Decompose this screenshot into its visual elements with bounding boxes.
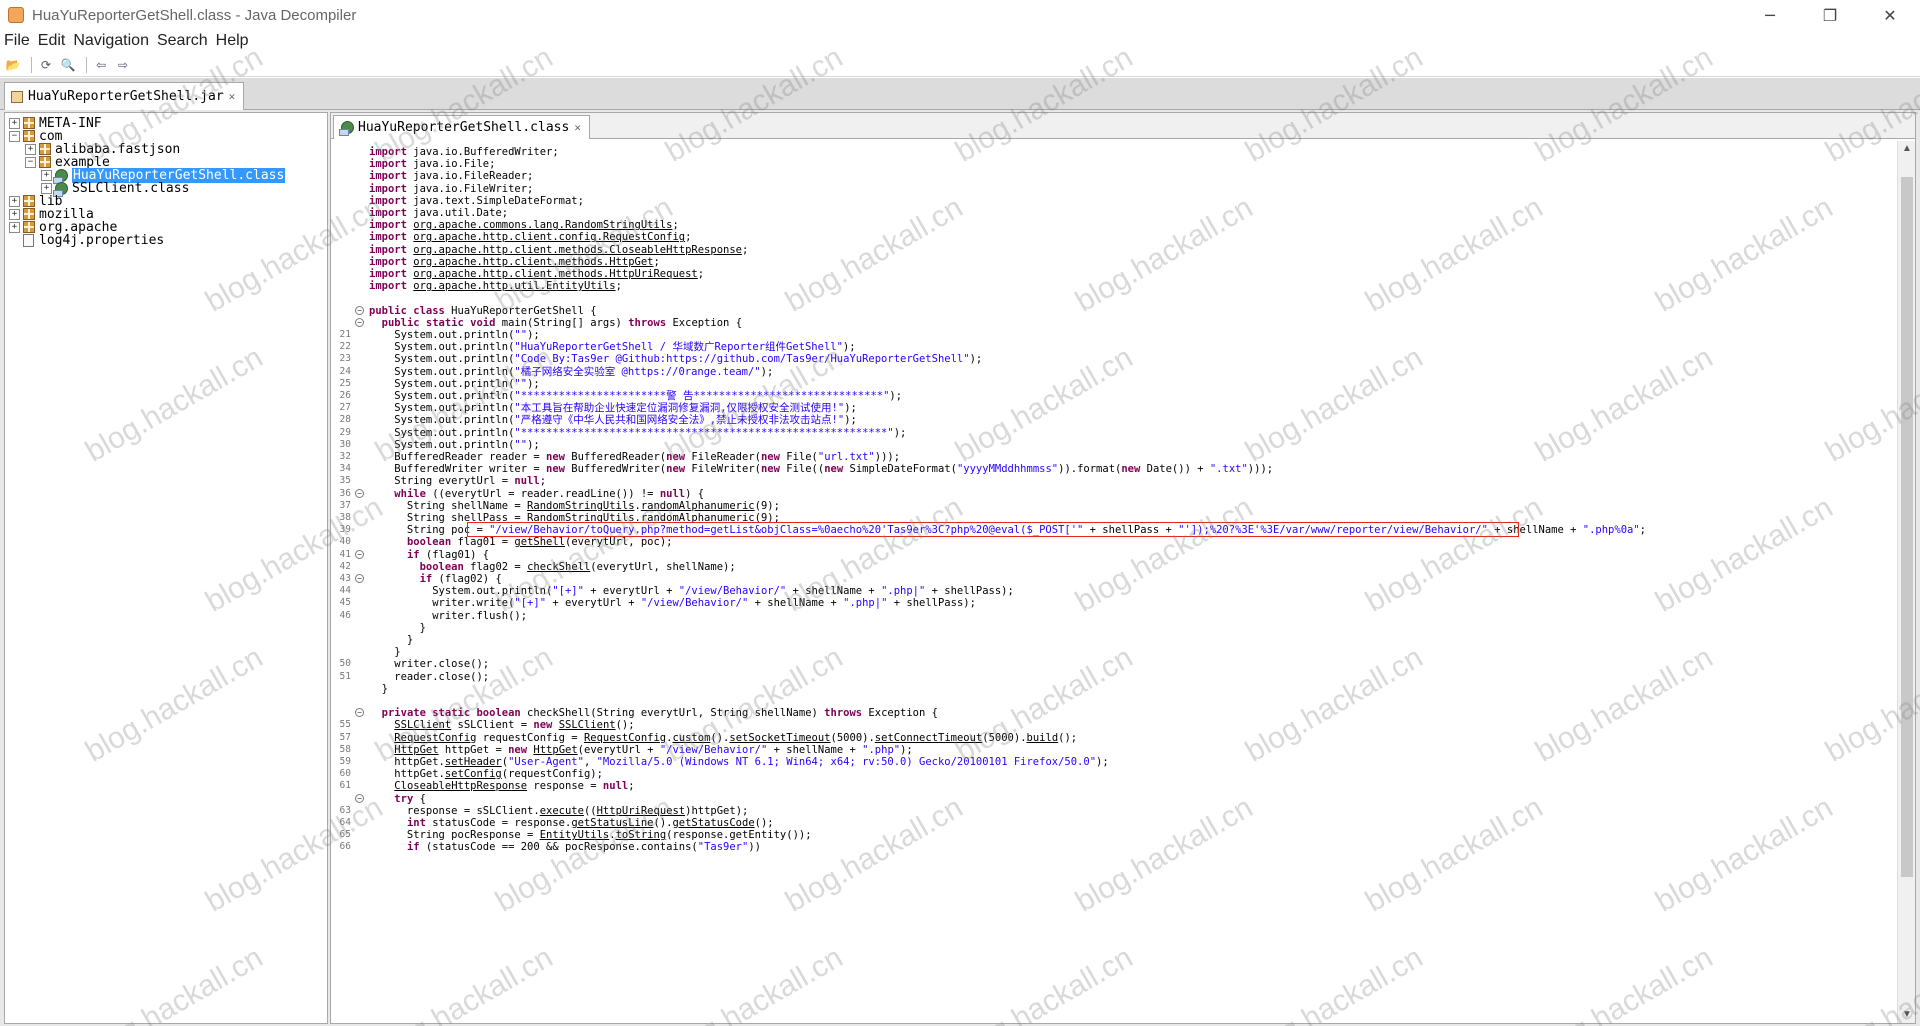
close-tab-icon[interactable]: ✕ bbox=[574, 121, 581, 134]
collapse-icon[interactable]: − bbox=[9, 130, 20, 142]
app-icon bbox=[8, 7, 24, 23]
workarea: HuaYuReporterGetShell.jar ✕ + META-INF −… bbox=[0, 78, 1920, 1026]
tree-item-log4j-properties[interactable]: log4j.properties bbox=[23, 232, 164, 248]
menu-help[interactable]: Help bbox=[216, 32, 249, 50]
title-bar: HuaYuReporterGetShell.class - Java Decom… bbox=[0, 0, 1920, 30]
menu-file[interactable]: File bbox=[4, 32, 30, 50]
menu-bar: File Edit Navigation Search Help bbox=[0, 30, 1920, 52]
fold-icon[interactable]: − bbox=[355, 305, 364, 315]
fold-icon[interactable]: − bbox=[355, 488, 364, 498]
editor-tab-bar: HuaYuReporterGetShell.class ✕ bbox=[331, 113, 1915, 139]
close-button[interactable]: ✕ bbox=[1860, 0, 1920, 30]
menu-edit[interactable]: Edit bbox=[38, 32, 66, 50]
maximize-button[interactable]: ❐ bbox=[1800, 0, 1860, 30]
tab-class-label: HuaYuReporterGetShell.class bbox=[358, 120, 570, 135]
jar-tab-bar: HuaYuReporterGetShell.jar ✕ bbox=[0, 78, 1920, 110]
window-title: HuaYuReporterGetShell.class - Java Decom… bbox=[32, 6, 357, 24]
fold-icon[interactable]: − bbox=[355, 793, 364, 803]
scroll-up-icon[interactable]: ▲ bbox=[1898, 141, 1915, 157]
vertical-scrollbar[interactable]: ▲ ▼ bbox=[1897, 141, 1915, 1023]
menu-search[interactable]: Search bbox=[157, 32, 208, 50]
tree-item-sslclient-class[interactable]: + SSLClient.class bbox=[41, 180, 190, 197]
package-tree: + META-INF − com + alibaba.fastjson − ex… bbox=[4, 112, 328, 1024]
scroll-down-icon[interactable]: ▼ bbox=[1898, 1007, 1915, 1023]
search-icon[interactable]: 🔍 bbox=[59, 57, 77, 73]
fold-icon[interactable]: − bbox=[355, 574, 364, 583]
toolbar-separator bbox=[31, 56, 32, 73]
code-line: 66 if (statusCode == 200 && pocResponse.… bbox=[331, 840, 1879, 854]
tree-item-label: SSLClient.class bbox=[72, 180, 190, 196]
minimize-button[interactable]: ─ bbox=[1740, 0, 1800, 30]
toolbar: 📂 ⟳ 🔍 ⇦ ⇨ bbox=[0, 53, 1920, 77]
fold-icon[interactable]: − bbox=[355, 317, 364, 327]
fold-icon[interactable]: − bbox=[355, 549, 364, 559]
reload-icon[interactable]: ⟳ bbox=[37, 57, 55, 73]
code-text: if (statusCode == 200 && pocResponse.con… bbox=[406, 841, 761, 854]
file-icon bbox=[23, 233, 34, 247]
collapse-icon[interactable]: − bbox=[25, 156, 36, 168]
expand-icon[interactable]: + bbox=[25, 143, 36, 155]
tab-jar-file[interactable]: HuaYuReporterGetShell.jar ✕ bbox=[4, 82, 245, 110]
tree-item-label: log4j.properties bbox=[39, 232, 165, 248]
expand-icon[interactable]: + bbox=[9, 195, 20, 207]
tab-jar-label: HuaYuReporterGetShell.jar bbox=[28, 89, 224, 104]
jar-icon bbox=[11, 90, 23, 103]
expand-icon[interactable]: + bbox=[9, 117, 20, 129]
scroll-thumb[interactable] bbox=[1901, 177, 1913, 877]
forward-arrow-icon[interactable]: ⇨ bbox=[114, 57, 132, 73]
back-arrow-icon[interactable]: ⇦ bbox=[92, 57, 110, 73]
fold-icon[interactable]: − bbox=[355, 708, 364, 718]
expand-icon[interactable]: + bbox=[9, 221, 20, 233]
expand-icon[interactable]: + bbox=[41, 182, 52, 194]
line-number: 66 bbox=[339, 841, 351, 853]
code-view[interactable]: import java.io.BufferedWriter; import jav… bbox=[331, 141, 1879, 1023]
menu-navigation[interactable]: Navigation bbox=[73, 32, 149, 50]
class-file-icon bbox=[339, 121, 354, 136]
close-tab-icon[interactable]: ✕ bbox=[229, 90, 236, 103]
toolbar-separator bbox=[86, 56, 87, 73]
open-file-icon[interactable]: 📂 bbox=[4, 57, 22, 73]
editor-panel: HuaYuReporterGetShell.class ✕ import jav… bbox=[330, 112, 1916, 1024]
expand-icon[interactable]: + bbox=[9, 208, 20, 220]
window-controls: ─ ❐ ✕ bbox=[1740, 0, 1920, 30]
tab-class-file[interactable]: HuaYuReporterGetShell.class ✕ bbox=[333, 115, 590, 139]
expand-icon[interactable]: + bbox=[41, 169, 52, 181]
